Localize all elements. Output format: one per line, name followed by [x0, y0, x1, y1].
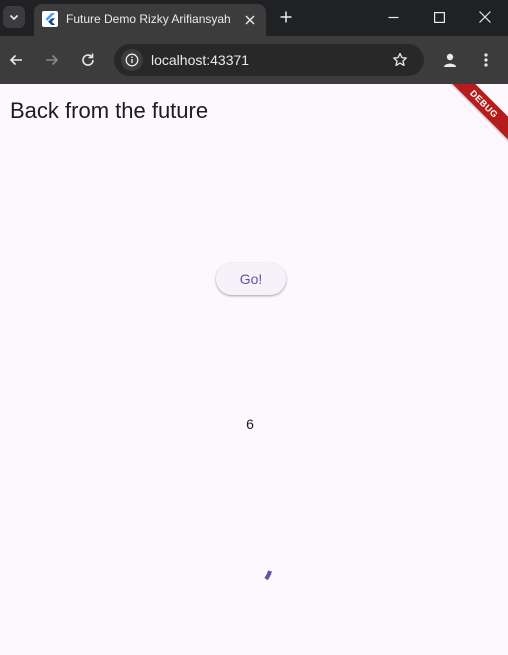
tab-search-button[interactable] — [3, 6, 25, 28]
maximize-button[interactable] — [416, 0, 462, 34]
star-icon — [393, 52, 407, 67]
close-window-button[interactable] — [462, 0, 508, 34]
kebab-menu-icon — [484, 53, 488, 67]
profile-button[interactable] — [438, 48, 462, 72]
profile-icon — [444, 53, 456, 67]
chevron-down-icon — [9, 14, 19, 21]
plus-icon — [280, 11, 292, 23]
go-button[interactable]: Go! — [216, 263, 286, 295]
result-text: 6 — [246, 416, 254, 432]
maximize-icon — [433, 11, 445, 23]
bookmark-button[interactable] — [390, 50, 410, 70]
minimize-button[interactable] — [370, 0, 416, 34]
browser-toolbar: localhost:43371 — [0, 36, 508, 84]
forward-button[interactable] — [40, 48, 64, 72]
app-page: Back from the future DEBUG Go! 6 — [0, 84, 508, 655]
flutter-logo-icon — [42, 11, 58, 27]
forward-arrow-icon — [46, 54, 59, 66]
browser-tabstrip: Future Demo Rizky Arifiansyah — [0, 0, 508, 36]
close-icon — [245, 15, 255, 25]
page-title: Back from the future — [10, 98, 209, 123]
info-icon — [125, 53, 139, 67]
site-info-button[interactable] — [121, 49, 143, 71]
close-tab-button[interactable] — [240, 10, 260, 30]
back-arrow-icon — [9, 54, 22, 66]
reload-button[interactable] — [76, 48, 100, 72]
browser-menu-button[interactable] — [474, 48, 498, 72]
browser-tab-active[interactable]: Future Demo Rizky Arifiansyah — [34, 4, 266, 36]
close-icon — [479, 11, 491, 23]
back-button[interactable] — [4, 48, 28, 72]
loading-spinner-icon — [264, 570, 272, 581]
reload-icon — [82, 53, 94, 66]
debug-banner: DEBUG — [435, 84, 508, 153]
new-tab-button[interactable] — [276, 7, 296, 27]
address-bar[interactable]: localhost:43371 — [114, 44, 424, 76]
tab-title: Future Demo Rizky Arifiansyah — [66, 12, 231, 26]
url-text[interactable]: localhost:43371 — [151, 52, 249, 68]
minimize-icon — [388, 16, 398, 18]
